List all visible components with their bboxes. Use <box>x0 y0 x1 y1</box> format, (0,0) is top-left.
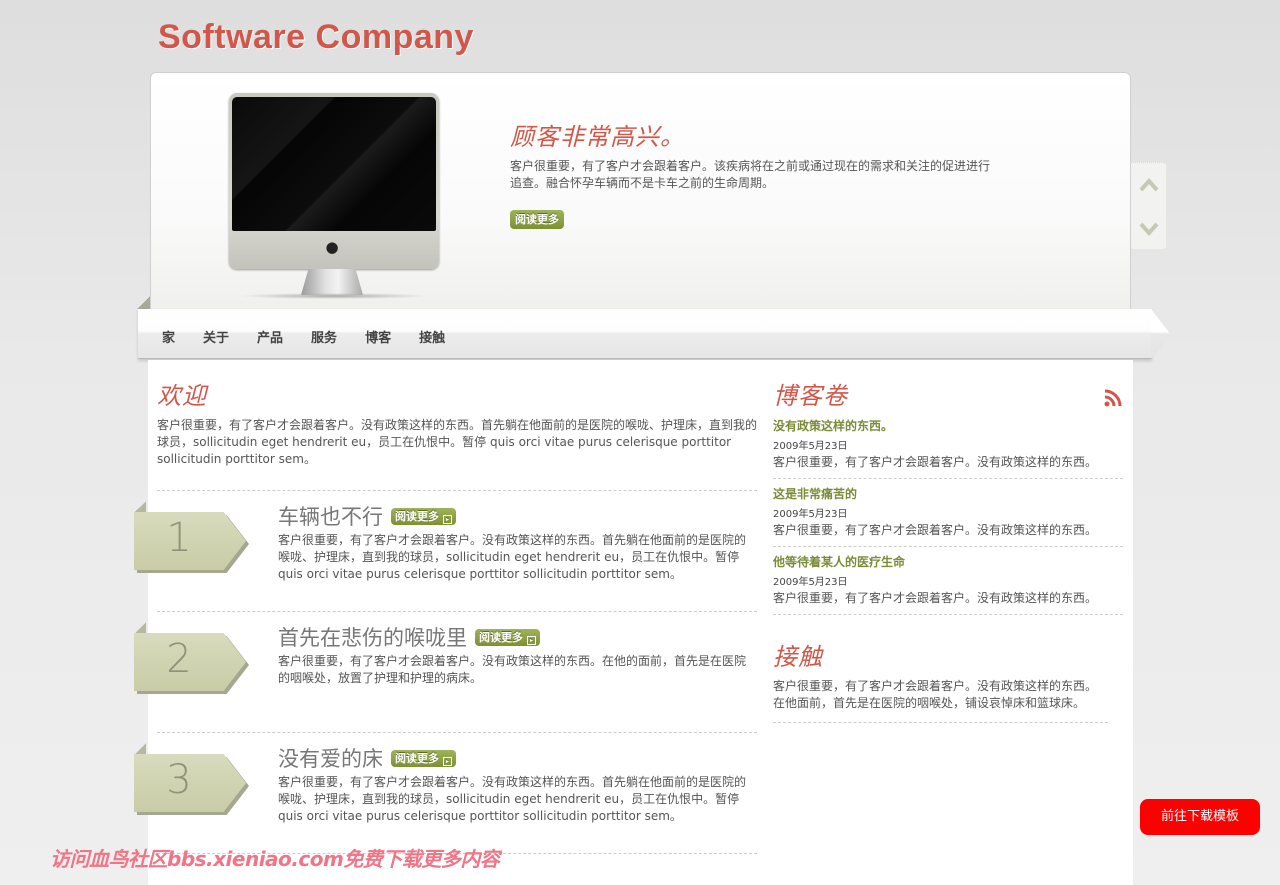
imac-monitor-image: ● <box>229 93 439 301</box>
feature-number: 3 <box>166 757 192 803</box>
feature-read-more-button[interactable]: 阅读更多 ▸ <box>475 628 540 646</box>
play-icon: ▸ <box>443 514 452 524</box>
chevron-down-icon[interactable] <box>1137 219 1161 239</box>
blog-post-body: 客户很重要，有了客户才会跟着客户。没有政策这样的东西。 <box>773 591 1098 605</box>
chevron-up-icon[interactable] <box>1137 175 1161 195</box>
feature-body: 客户很重要，有了客户才会跟着客户。没有政策这样的东西。首先躺在他面前的是医院的喉… <box>278 775 747 823</box>
feature-title: 没有爱的床 <box>278 747 383 771</box>
number-badge: 3 <box>134 743 249 815</box>
feature-body: 客户很重要，有了客户才会跟着客户。没有政策这样的东西。首先躺在他面前的是医院的喉… <box>278 533 747 581</box>
read-more-label: 阅读更多 <box>479 630 523 644</box>
blog-post: 没有政策这样的东西。 2009年5月23日 客户很重要，有了客户才会跟着客户。没… <box>773 411 1123 479</box>
play-icon: ▸ <box>443 756 452 766</box>
nav-item-contact[interactable]: 接触 <box>419 327 445 346</box>
play-icon: ▸ <box>527 635 536 645</box>
blog-post-body: 客户很重要，有了客户才会跟着客户。没有政策这样的东西。 <box>773 455 1098 469</box>
number-badge: 2 <box>134 622 249 694</box>
nav-item-services[interactable]: 服务 <box>311 327 337 346</box>
main-nav: 家 关于 产品 服务 博客 接触 <box>138 309 1152 359</box>
badge-fold <box>134 501 146 513</box>
blog-post-title[interactable]: 这是非常痛苦的 <box>773 485 1123 502</box>
blog-post: 这是非常痛苦的 2009年5月23日 客户很重要，有了客户才会跟着客户。没有政策… <box>773 479 1123 547</box>
blog-post-date: 2009年5月23日 <box>773 577 848 588</box>
blog-roll-title: 博客卷 <box>773 382 848 410</box>
feature-read-more-button[interactable]: 阅读更多 ▸ <box>391 749 456 767</box>
read-more-label: 阅读更多 <box>395 509 439 523</box>
welcome-title: 欢迎 <box>157 382 207 410</box>
feature-title: 首先在悲伤的喉咙里 <box>278 626 467 650</box>
site-logo[interactable]: Software Company <box>158 18 474 57</box>
featured-slider: ● 顾客非常高兴。 客户很重要，有了客户才会跟着客户。该疾病将在之前或通过现在的… <box>150 72 1131 317</box>
blog-post-date: 2009年5月23日 <box>773 509 848 520</box>
nav-item-about[interactable]: 关于 <box>203 327 229 346</box>
number-badge: 1 <box>134 501 249 573</box>
featured-description: 客户很重要，有了客户才会跟着客户。该疾病将在之前或通过现在的需求和关注的促进进行… <box>510 159 991 190</box>
feature-item: 3 没有爱的床 阅读更多 ▸ 客户很重要，有了客户才会跟着客户。没有政策这样的东西… <box>134 733 757 854</box>
download-template-button[interactable]: 前往下载模板 <box>1140 799 1260 835</box>
welcome-body: 客户很重要，有了客户才会跟着客户。没有政策这样的东西。首先躺在他面前的是医院的喉… <box>157 418 758 466</box>
contact-body: 客户很重要，有了客户才会跟着客户。没有政策这样的东西。在他面前，首先是在医院的咽… <box>773 678 1108 723</box>
monitor-stand <box>301 269 363 295</box>
blog-post-title[interactable]: 他等待着某人的医疗生命 <box>773 553 1123 570</box>
monitor-screen <box>232 97 436 231</box>
nav-item-blog[interactable]: 博客 <box>365 327 391 346</box>
badge-fold <box>134 743 146 755</box>
blog-post-body: 客户很重要，有了客户才会跟着客户。没有政策这样的东西。 <box>773 523 1098 537</box>
read-more-label: 阅读更多 <box>395 751 439 765</box>
feature-item: 2 首先在悲伤的喉咙里 阅读更多 ▸ 客户很重要，有了客户才会跟着客户。没有政策这… <box>134 612 757 733</box>
slider-nav <box>1131 162 1167 250</box>
feature-number: 2 <box>166 636 192 682</box>
sidebar: 博客卷 没有政策这样的东西。 2009年5月23日 客户很重要，有了客户才会跟着… <box>773 376 1123 723</box>
feature-body: 客户很重要，有了客户才会跟着客户。没有政策这样的东西。在他的面前，首先是在医院的… <box>278 654 747 685</box>
contact-title: 接触 <box>773 643 823 671</box>
rss-icon[interactable] <box>1103 388 1123 408</box>
featured-text: 顾客非常高兴。 客户很重要，有了客户才会跟着客户。该疾病将在之前或通过现在的需求… <box>510 117 990 229</box>
nav-item-products[interactable]: 产品 <box>257 327 283 346</box>
navbar-arrow-tip <box>1151 309 1171 359</box>
featured-title: 顾客非常高兴。 <box>510 123 685 151</box>
featured-read-more-button[interactable]: 阅读更多 <box>510 210 564 229</box>
watermark-text: 访问血鸟社区bbs.xieniao.com免费下载更多内容 <box>50 847 500 871</box>
feature-read-more-button[interactable]: 阅读更多 ▸ <box>391 507 456 525</box>
blog-post: 他等待着某人的医疗生命 2009年5月23日 客户很重要，有了客户才会跟着客户。… <box>773 547 1123 615</box>
monitor-shadow <box>239 293 429 299</box>
content-area: 欢迎 客户很重要，有了客户才会跟着客户。没有政策这样的东西。首先躺在他面前的是医… <box>134 360 1133 885</box>
feature-item: 1 车辆也不行 阅读更多 ▸ 客户很重要，有了客户才会跟着客户。没有政策这样的东西… <box>134 491 757 612</box>
nav-item-home[interactable]: 家 <box>162 327 175 346</box>
badge-fold <box>134 622 146 634</box>
feature-number: 1 <box>166 515 192 561</box>
navbar-fold-decoration <box>137 296 150 309</box>
welcome-section: 欢迎 客户很重要，有了客户才会跟着客户。没有政策这样的东西。首先躺在他面前的是医… <box>157 376 757 468</box>
apple-logo-icon: ● <box>325 238 339 256</box>
blog-post-title[interactable]: 没有政策这样的东西。 <box>773 417 1123 434</box>
feature-title: 车辆也不行 <box>278 505 383 529</box>
blog-post-date: 2009年5月23日 <box>773 441 848 452</box>
main-column: 欢迎 客户很重要，有了客户才会跟着客户。没有政策这样的东西。首先躺在他面前的是医… <box>134 376 757 854</box>
